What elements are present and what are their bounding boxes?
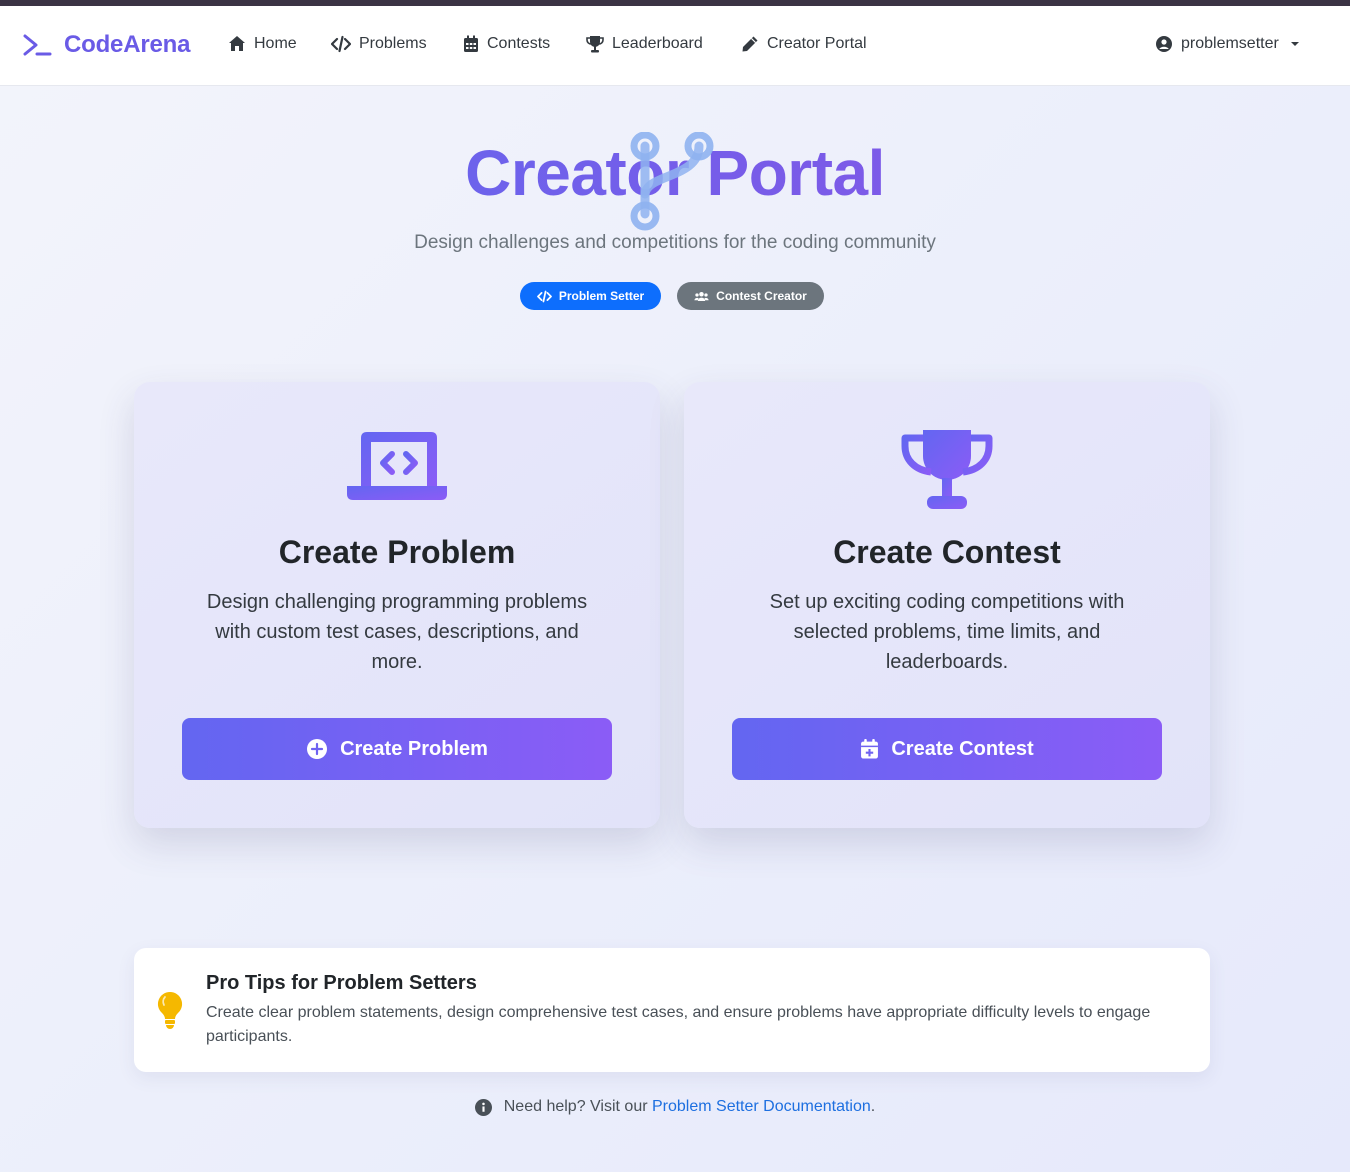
user-menu-toggle[interactable]: problemsetter [1156,35,1300,53]
user-circle-icon [1156,36,1172,52]
home-icon [229,36,245,51]
card-title: Create Problem [278,534,516,570]
create-problem-card: Create Problem Design challenging progra… [134,382,660,828]
help-suffix: . [870,1098,876,1115]
nav-item-contests[interactable]: Contests [463,35,550,53]
chevron-down-icon [1290,42,1299,46]
button-label: Create Contest [891,737,1034,760]
create-problem-button[interactable]: Create Problem [182,718,612,780]
create-contest-button[interactable]: Create Contest [732,718,1162,780]
card-title: Create Contest [833,534,1061,570]
nav-item-label: Home [254,35,297,52]
navbar: CodeArena Home Problems Contests Leaderb… [0,6,1350,86]
button-label: Create Problem [340,737,488,760]
laptop-code-icon [347,432,447,500]
documentation-link[interactable]: Problem Setter Documentation [652,1098,871,1116]
code-icon [331,35,351,53]
trophy-icon [586,36,604,53]
nav-item-leaderboard[interactable]: Leaderboard [586,35,703,53]
nav-item-creator-portal[interactable]: Creator Portal [741,35,867,53]
create-contest-card: Create Contest Set up exciting coding co… [684,382,1210,828]
page-subtitle: Design challenges and competitions for t… [414,232,936,253]
pro-tips-panel: Pro Tips for Problem Setters Create clea… [134,948,1210,1072]
plus-circle-icon [307,739,328,759]
help-prefix: Need help? Visit our [503,1098,652,1115]
calendar-icon [464,35,478,52]
brand-name: CodeArena [64,31,191,58]
badge-problem-setter: Problem Setter [520,282,661,310]
users-icon [694,291,709,301]
code-icon [536,290,552,302]
nav-item-label: Creator Portal [767,35,867,52]
terminal-icon [23,34,52,56]
help-line: Need help? Visit our Problem Setter Docu… [0,1098,1350,1116]
badge-label: Contest Creator [716,289,807,303]
card-description: Set up exciting coding competitions with… [769,591,1125,673]
user-name: problemsetter [1181,35,1279,52]
nav-item-label: Leaderboard [612,35,703,52]
nav-item-label: Problems [359,35,427,52]
nav-item-home[interactable]: Home [228,35,297,53]
card-icon-wrap [134,430,660,502]
trophy-icon [901,430,993,509]
lightbulb-icon [157,991,183,1029]
code-branch-icon [630,132,714,231]
nav-item-label: Contests [487,35,551,52]
card-description: Design challenging programming problems … [206,591,588,673]
badge-contest-creator: Contest Creator [677,282,824,310]
brand-link[interactable]: CodeArena [22,30,190,60]
calendar-plus-icon [861,738,879,759]
nav-item-problems[interactable]: Problems [331,35,427,53]
card-icon-wrap [684,430,1210,510]
badge-label: Problem Setter [558,289,645,303]
pencil-icon [742,36,758,52]
tips-title: Pro Tips for Problem Setters [206,972,477,994]
tips-text: Create clear problem statements, design … [206,1004,1151,1045]
info-circle-icon [474,1098,492,1116]
